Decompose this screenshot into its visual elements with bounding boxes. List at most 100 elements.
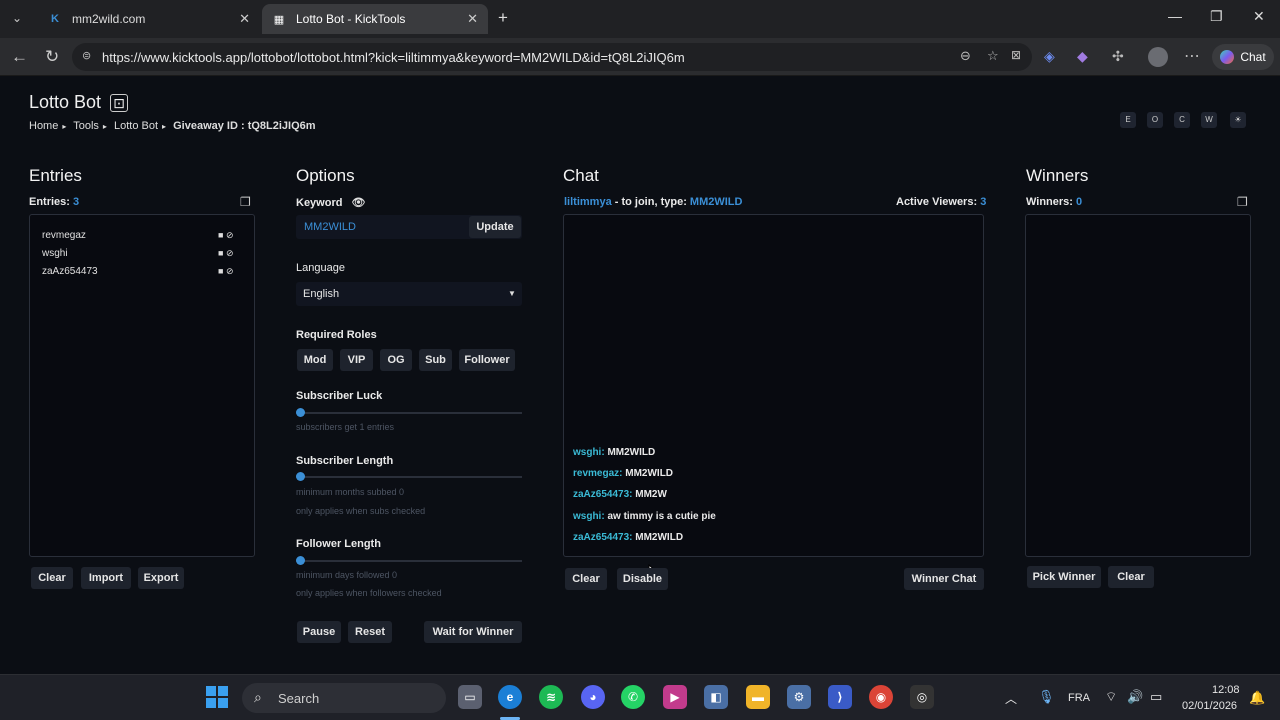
extensions-puzzle-icon[interactable]: ✣ [1112,48,1124,65]
battery-icon[interactable]: ▭ [1150,689,1162,705]
more-menu-icon[interactable]: ⋯ [1184,46,1200,66]
toggle-winners[interactable]: W [1201,112,1217,128]
clock-time[interactable]: 12:08 [1212,684,1240,696]
close-tab-icon[interactable]: ✕ [239,11,250,27]
volume-icon[interactable]: 🔊 [1127,689,1143,705]
minimize-icon[interactable]: — [1168,8,1182,24]
role-og-button[interactable]: OG [380,349,412,371]
chrome-icon[interactable]: ◉ [869,685,893,709]
chat-user[interactable]: zaAz654473: [573,489,632,500]
breadcrumb-home[interactable]: Home [29,120,58,132]
theme-toggle-icon[interactable]: ☀ [1230,112,1246,128]
follower-length-slider[interactable] [296,556,522,565]
app-icon[interactable]: ◧ [704,685,728,709]
profile-avatar[interactable] [1148,47,1168,67]
refresh-icon[interactable]: ↻ [45,47,59,67]
entries-clear-button[interactable]: Clear [31,567,73,589]
close-tab-icon[interactable]: ✕ [467,11,478,27]
winner-chat-button[interactable]: Winner Chat [904,568,984,590]
edge-icon[interactable]: e [498,685,522,709]
file-explorer-icon[interactable]: ▬ [746,685,770,709]
extension-icon[interactable]: ◈ [1044,48,1055,65]
language-select[interactable]: English ▼ [296,282,522,306]
url-field[interactable]: ⊜ https://www.kicktools.app/lottobot/lot… [72,43,1032,71]
taskbar-search[interactable]: ⌕ Search [242,683,446,713]
chat-clear-button[interactable]: Clear [565,568,607,590]
chat-user[interactable]: zaAz654473: [573,532,632,543]
entries-title: Entries [29,166,82,185]
ban-icon[interactable]: ⊘ [226,266,234,276]
entry-select-icon[interactable]: ■ [218,266,223,276]
breadcrumb-lotto-bot[interactable]: Lotto Bot [114,120,158,132]
ban-icon[interactable]: ⊘ [226,248,234,258]
toggle-entries[interactable]: E [1120,112,1136,128]
wait-for-winner-button[interactable]: Wait for Winner [424,621,522,643]
whatsapp-icon[interactable]: ✆ [621,685,645,709]
join-keyword: MM2WILD [689,196,743,208]
slider-knob[interactable] [296,472,305,481]
copilot-extension-icon[interactable]: ◆ [1077,48,1088,65]
copy-winners-icon[interactable]: ❐ [1237,195,1248,209]
sub-length-slider[interactable] [296,472,522,481]
maximize-icon[interactable]: ❐ [1210,8,1223,25]
back-icon[interactable]: ← [11,47,28,67]
entries-import-button[interactable]: Import [81,567,131,589]
pause-button[interactable]: Pause [297,621,341,643]
page-title: Lotto Bot ⊡ [29,92,128,113]
task-view-icon[interactable]: ▭ [458,685,482,709]
toggle-options[interactable]: O [1147,112,1163,128]
role-follower-button[interactable]: Follower [459,349,515,371]
tab-list-chevron-icon[interactable]: ⌄ [12,11,22,25]
language-indicator[interactable]: FRA [1068,692,1090,704]
tab-title: mm2wild.com [72,12,146,26]
role-mod-button[interactable]: Mod [297,349,333,371]
microphone-icon[interactable]: 🎙 [1038,689,1055,705]
url-text: https://www.kicktools.app/lottobot/lotto… [102,49,685,65]
clock-date[interactable]: 02/01/2026 [1182,700,1237,712]
chat-user[interactable]: wsghi: [573,447,605,458]
clipchamp-icon[interactable]: ▶ [663,685,687,709]
entry-select-icon[interactable]: ■ [218,230,223,240]
entries-export-button[interactable]: Export [138,567,184,589]
chat-disable-button[interactable]: Disable [617,568,668,590]
windows-start-icon[interactable] [205,685,229,709]
vscode-icon[interactable]: ⟩ [828,685,852,709]
pick-winner-button[interactable]: Pick Winner [1027,566,1101,588]
sub-length-hint: minimum months subbed 0 [296,487,405,497]
keyword-update-button[interactable]: Update [469,216,521,238]
settings-icon[interactable]: ⚙ [787,685,811,709]
active-viewers-count: 3 [980,196,987,208]
wifi-icon[interactable]: ⌔ [1105,689,1117,705]
winners-clear-button[interactable]: Clear [1108,566,1154,588]
tray-chevron-icon[interactable]: ︿ [1005,690,1017,707]
streamer-name[interactable]: liltimmya [564,196,612,208]
notification-icon[interactable]: 🔔 [1249,690,1265,706]
tracking-icon[interactable]: ⊠ [1011,48,1021,62]
reset-button[interactable]: Reset [348,621,392,643]
favorite-star-icon[interactable]: ☆ [987,48,999,64]
chat-user[interactable]: revmegaz: [573,468,622,479]
sub-luck-slider[interactable] [296,408,522,417]
discord-icon[interactable]: ◕ [581,685,605,709]
breadcrumb-tools[interactable]: Tools [73,120,99,132]
slider-knob[interactable] [296,556,305,565]
tab-mm2wild[interactable]: K mm2wild.com ✕ [38,4,260,34]
obs-icon[interactable]: ◎ [910,685,934,709]
chat-user[interactable]: wsghi: [573,511,605,522]
new-tab-icon[interactable]: + [498,8,508,28]
search-placeholder: Search [278,690,320,706]
zoom-icon[interactable]: ⊖ [960,48,971,64]
site-info-icon[interactable]: ⊜ [82,49,91,62]
toggle-chat[interactable]: C [1174,112,1190,128]
spotify-icon[interactable]: ≋ [539,685,563,709]
copy-entries-icon[interactable]: ❐ [240,195,251,209]
tab-lotto-bot[interactable]: ▦ Lotto Bot - KickTools ✕ [262,4,488,34]
role-vip-button[interactable]: VIP [340,349,373,371]
copilot-chat-button[interactable]: Chat [1212,44,1274,70]
close-window-icon[interactable]: ✕ [1253,8,1265,25]
ban-icon[interactable]: ⊘ [226,230,234,240]
slider-knob[interactable] [296,408,305,417]
entry-select-icon[interactable]: ■ [218,248,223,258]
eye-icon[interactable]: 👁 [352,197,366,209]
role-sub-button[interactable]: Sub [419,349,452,371]
